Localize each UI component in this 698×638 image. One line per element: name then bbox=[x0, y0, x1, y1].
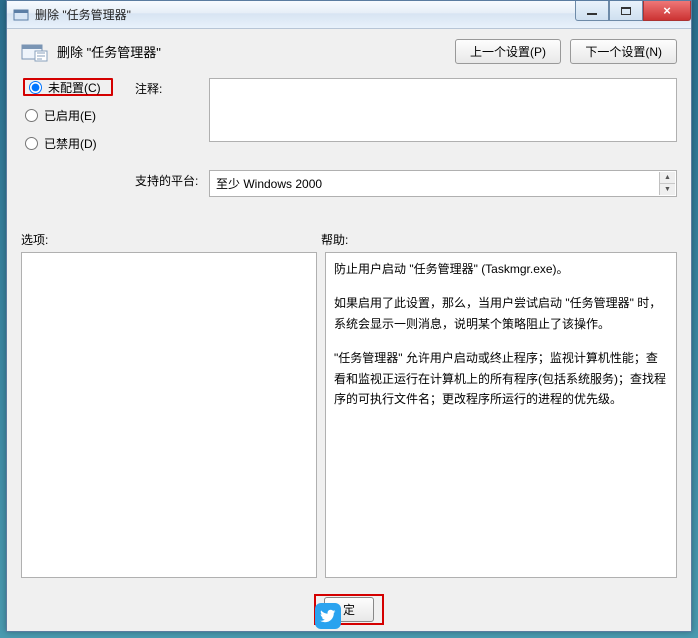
maximize-button[interactable] bbox=[609, 1, 643, 21]
prev-setting-button[interactable]: 上一个设置(P) bbox=[455, 39, 561, 64]
window-controls: × bbox=[575, 1, 691, 21]
help-pane[interactable]: 防止用户启动 "任务管理器" (Taskmgr.exe)。 如果启用了此设置，那… bbox=[325, 252, 677, 578]
panes: 防止用户启动 "任务管理器" (Taskmgr.exe)。 如果启用了此设置，那… bbox=[21, 252, 677, 578]
platform-value: 至少 Windows 2000 bbox=[216, 177, 322, 191]
radio-enabled-input[interactable] bbox=[25, 109, 38, 122]
radio-disabled[interactable]: 已禁用(D) bbox=[23, 134, 131, 152]
content-area: 删除 "任务管理器" 上一个设置(P) 下一个设置(N) 未配置(C) 已启用(… bbox=[7, 29, 691, 586]
help-label: 帮助: bbox=[321, 231, 348, 248]
spinner-up-icon[interactable]: ▲ bbox=[660, 172, 675, 184]
radio-not-configured-label: 未配置(C) bbox=[48, 79, 101, 96]
help-paragraph: "任务管理器" 允许用户启动或终止程序；监视计算机性能；查看和监视正运行在计算机… bbox=[334, 348, 668, 409]
overlay-twitter-icon bbox=[315, 603, 341, 629]
next-setting-button[interactable]: 下一个设置(N) bbox=[570, 39, 677, 64]
radio-not-configured[interactable]: 未配置(C) bbox=[23, 78, 113, 96]
config-grid: 未配置(C) 已启用(E) 已禁用(D) 注释: 支持的平台: 至少 W bbox=[21, 78, 677, 197]
section-labels: 选项: 帮助: bbox=[21, 231, 677, 248]
radio-enabled-label: 已启用(E) bbox=[44, 107, 96, 124]
minimize-button[interactable] bbox=[575, 1, 609, 21]
platform-spinner[interactable]: ▲ ▼ bbox=[659, 172, 675, 195]
header-row: 删除 "任务管理器" 上一个设置(P) 下一个设置(N) bbox=[21, 39, 677, 64]
app-icon bbox=[13, 7, 29, 23]
maximize-icon bbox=[621, 7, 631, 15]
comment-textarea[interactable] bbox=[209, 78, 677, 142]
policy-icon bbox=[21, 41, 49, 63]
comment-label: 注释: bbox=[135, 78, 205, 162]
platform-field-wrap: 至少 Windows 2000 ▲ ▼ bbox=[209, 170, 677, 197]
titlebar: 删除 "任务管理器" × bbox=[7, 1, 691, 29]
footer: 定 bbox=[7, 594, 691, 625]
minimize-icon bbox=[587, 13, 597, 15]
nav-buttons: 上一个设置(P) 下一个设置(N) bbox=[449, 39, 677, 64]
radio-disabled-label: 已禁用(D) bbox=[44, 135, 97, 152]
platform-field[interactable]: 至少 Windows 2000 ▲ ▼ bbox=[209, 170, 677, 197]
platform-label: 支持的平台: bbox=[135, 170, 205, 197]
radio-group: 未配置(C) 已启用(E) 已禁用(D) bbox=[21, 78, 131, 162]
radio-enabled[interactable]: 已启用(E) bbox=[23, 106, 131, 124]
spinner-down-icon[interactable]: ▼ bbox=[660, 184, 675, 195]
help-paragraph: 如果启用了此设置，那么，当用户尝试启动 "任务管理器" 时，系统会显示一则消息，… bbox=[334, 293, 668, 334]
options-label: 选项: bbox=[21, 231, 321, 248]
help-paragraph: 防止用户启动 "任务管理器" (Taskmgr.exe)。 bbox=[334, 259, 668, 279]
window-title: 删除 "任务管理器" bbox=[35, 6, 131, 23]
comment-field-wrap bbox=[209, 78, 677, 162]
options-pane[interactable] bbox=[21, 252, 317, 578]
close-icon: × bbox=[663, 4, 671, 17]
policy-title: 删除 "任务管理器" bbox=[57, 42, 161, 61]
radio-not-configured-input[interactable] bbox=[29, 81, 42, 94]
close-button[interactable]: × bbox=[643, 1, 691, 21]
radio-disabled-input[interactable] bbox=[25, 137, 38, 150]
policy-editor-window: 删除 "任务管理器" × 删除 "任务管理器" 上一个设置(P) 下一个设置(N… bbox=[6, 0, 692, 632]
